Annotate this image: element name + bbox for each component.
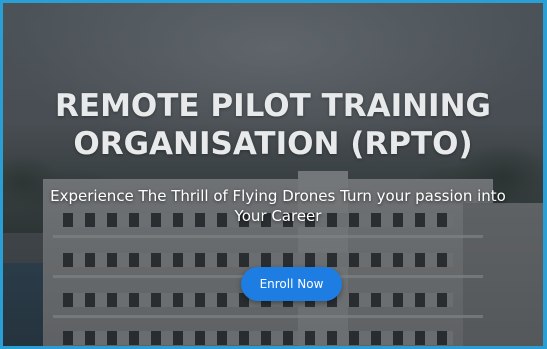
enroll-now-button[interactable]: Enroll Now	[241, 267, 342, 301]
screenshot-frame: REMOTE PILOT TRAINING ORGANISATION (RPTO…	[0, 0, 547, 349]
hero-section: REMOTE PILOT TRAINING ORGANISATION (RPTO…	[3, 3, 543, 346]
hero-subtitle: Experience The Thrill of Flying Drones T…	[43, 186, 513, 226]
hero-subtitle-line-2: Your Career	[234, 207, 322, 225]
hero-content: REMOTE PILOT TRAINING ORGANISATION (RPTO…	[3, 3, 543, 346]
hero-subtitle-line-1: Experience The Thrill of Flying Drones T…	[50, 187, 506, 205]
hero-headline-line-1: REMOTE PILOT TRAINING	[55, 88, 491, 124]
hero-headline: REMOTE PILOT TRAINING ORGANISATION (RPTO…	[3, 87, 543, 163]
hero-headline-line-2: ORGANISATION (RPTO)	[73, 126, 473, 162]
